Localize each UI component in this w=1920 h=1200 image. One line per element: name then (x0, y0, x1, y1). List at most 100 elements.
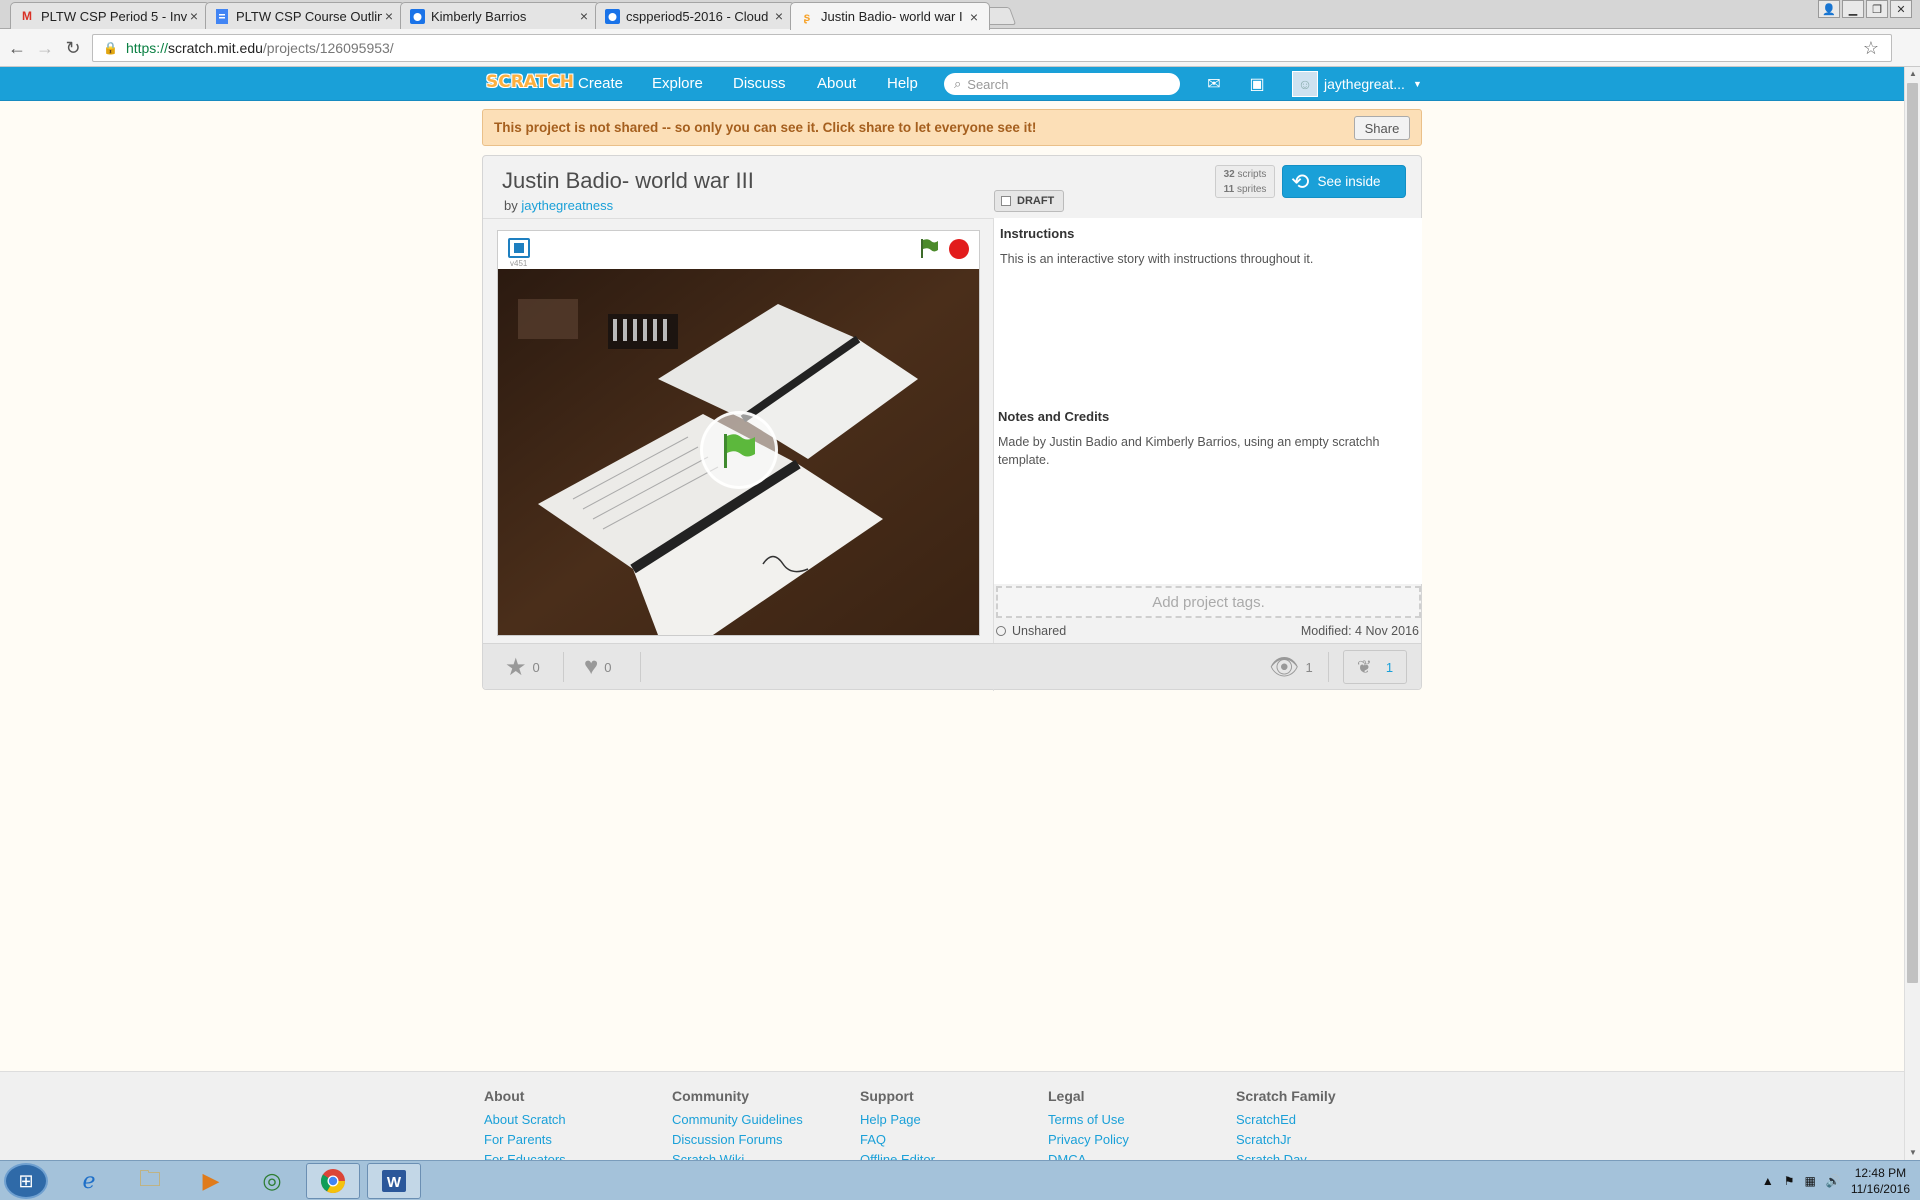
search-input[interactable]: ⌕ Search (944, 73, 1180, 95)
project-player: v451 (497, 230, 980, 636)
browser-tab-scratch[interactable]: ʂ Justin Badio- world war I × (790, 2, 990, 30)
love-button[interactable]: ♥ 0 (584, 644, 611, 690)
close-icon[interactable]: × (577, 8, 591, 24)
browser-tab-strip: M PLTW CSP Period 5 - Inv × PLTW CSP Cou… (0, 0, 1920, 30)
reload-icon[interactable]: ↻ (62, 37, 84, 59)
by-prefix: by (504, 198, 518, 213)
word-icon[interactable]: W (367, 1163, 421, 1199)
close-window-icon[interactable]: ✕ (1890, 0, 1912, 18)
favorite-button[interactable]: ★ 0 (505, 644, 540, 690)
star-icon: ★ (505, 653, 527, 681)
restore-icon[interactable]: ❐ (1866, 0, 1888, 18)
project-card: Justin Badio- world war III by jaythegre… (482, 155, 1422, 691)
page-scrollbar[interactable]: ▲ ▼ (1904, 67, 1920, 1160)
footer-link[interactable]: About Scratch (484, 1110, 566, 1130)
draft-checkbox[interactable] (1001, 196, 1011, 206)
instructions-panel[interactable]: Instructions This is an interactive stor… (994, 218, 1422, 401)
stats-separator (640, 652, 641, 682)
footer-link[interactable]: For Parents (484, 1130, 566, 1150)
close-icon[interactable]: × (187, 8, 201, 24)
project-status: Unshared Modified: 4 Nov 2016 (996, 622, 1419, 640)
file-explorer-icon[interactable]: 🗀 (123, 1163, 177, 1199)
tab-title: Kimberly Barrios (431, 8, 527, 24)
user-menu[interactable]: ☺ jaythegreat... ▼ (1292, 70, 1422, 98)
footer-heading: Community (672, 1088, 749, 1104)
messages-icon[interactable]: ✉ (1203, 74, 1225, 94)
back-arrow-icon[interactable]: ← (6, 37, 28, 59)
close-icon[interactable]: × (772, 8, 786, 24)
see-inside-button[interactable]: ⟲ See inside (1282, 165, 1406, 198)
nav-explore[interactable]: Explore (652, 67, 703, 101)
network-icon[interactable]: ▦ (1805, 1174, 1816, 1188)
svg-text:W: W (387, 1174, 402, 1191)
share-status-text: Unshared (1012, 624, 1067, 638)
address-bar[interactable]: 🔒 https://scratch.mit.edu/projects/12609… (92, 34, 1892, 62)
footer-link[interactable]: For Educators (484, 1150, 566, 1160)
browser-tab-cloud[interactable]: cspperiod5-2016 - Cloud × (595, 2, 795, 29)
site-footer: About About Scratch For Parents For Educ… (0, 1071, 1904, 1160)
footer-heading: Support (860, 1088, 914, 1104)
scratch-logo[interactable]: SCRATCH (482, 72, 578, 96)
user-profile-icon[interactable]: 👤 (1818, 0, 1840, 18)
nav-about[interactable]: About (817, 67, 856, 101)
window-controls: 👤 ▁ ❐ ✕ (1818, 0, 1912, 18)
project-title[interactable]: Justin Badio- world war III (502, 168, 754, 194)
action-center-flag-icon[interactable]: ⚑ (1784, 1174, 1795, 1188)
player-controls: v451 (498, 231, 979, 268)
my-stuff-icon[interactable]: ▣ (1246, 74, 1268, 94)
close-icon[interactable]: × (967, 9, 981, 25)
footer-link[interactable]: Privacy Policy (1048, 1130, 1129, 1150)
footer-link[interactable]: DMCA (1048, 1150, 1129, 1160)
add-tags-input[interactable]: Add project tags. (996, 586, 1421, 618)
footer-link[interactable]: ScratchEd (1236, 1110, 1336, 1130)
footer-link[interactable]: Scratch Wiki (672, 1150, 803, 1160)
minimize-icon[interactable]: ▁ (1842, 0, 1864, 18)
footer-col-legal: Legal Terms of Use Privacy Policy DMCA (1048, 1088, 1129, 1160)
sync-app-icon[interactable]: ◎ (245, 1163, 299, 1199)
footer-link[interactable]: Offline Editor (860, 1150, 935, 1160)
footer-col-about: About About Scratch For Parents For Educ… (484, 1088, 566, 1160)
footer-link[interactable]: Terms of Use (1048, 1110, 1129, 1130)
footer-link[interactable]: FAQ (860, 1130, 935, 1150)
cloud-icon (409, 8, 425, 24)
footer-link[interactable]: Scratch Day (1236, 1150, 1336, 1160)
volume-icon[interactable]: 🔊 (1826, 1174, 1841, 1188)
start-button[interactable]: ⊞ (4, 1163, 48, 1199)
scripts-count: 32 (1223, 169, 1235, 180)
internet-explorer-icon[interactable]: ℯ (62, 1163, 116, 1199)
nav-discuss[interactable]: Discuss (733, 67, 786, 101)
remix-tree-icon: ❦ (1356, 656, 1372, 677)
remix-arrows-icon: ⟲ (1291, 168, 1310, 194)
clock[interactable]: 12:48 PM 11/16/2016 (1851, 1165, 1910, 1197)
nav-create[interactable]: Create (578, 67, 623, 101)
footer-link[interactable]: Community Guidelines (672, 1110, 803, 1130)
browser-tab-docs[interactable]: PLTW CSP Course Outlin × (205, 2, 405, 29)
scroll-down-icon[interactable]: ▼ (1905, 1146, 1920, 1160)
tray-expand-icon[interactable]: ▲ (1762, 1174, 1774, 1188)
scroll-up-icon[interactable]: ▲ (1905, 67, 1920, 81)
footer-link[interactable]: ScratchJr (1236, 1130, 1336, 1150)
draft-label: DRAFT (1017, 195, 1055, 207)
project-stage[interactable] (498, 269, 979, 635)
footer-link[interactable]: Discussion Forums (672, 1130, 803, 1150)
chrome-icon[interactable] (306, 1163, 360, 1199)
forward-arrow-icon[interactable]: → (34, 37, 56, 59)
bookmark-star-icon[interactable]: ☆ (1863, 38, 1879, 59)
notes-panel[interactable]: Notes and Credits Made by Justin Badio a… (994, 401, 1422, 584)
share-button[interactable]: Share (1354, 116, 1410, 140)
footer-link[interactable]: Help Page (860, 1110, 935, 1130)
browser-tab-kimberly[interactable]: Kimberly Barrios × (400, 2, 600, 29)
draft-toggle[interactable]: DRAFT (994, 190, 1064, 212)
close-icon[interactable]: × (382, 8, 396, 24)
footer-heading: Legal (1048, 1088, 1085, 1104)
fullscreen-icon[interactable] (508, 238, 530, 258)
nav-help[interactable]: Help (887, 67, 918, 101)
stop-icon[interactable] (949, 239, 969, 259)
remix-tree-button[interactable]: ❦ 1 (1343, 650, 1407, 684)
play-button[interactable] (700, 411, 778, 489)
media-player-icon[interactable]: ▶ (184, 1163, 238, 1199)
green-flag-icon[interactable] (918, 237, 940, 259)
browser-tab-gmail[interactable]: M PLTW CSP Period 5 - Inv × (10, 2, 210, 29)
author-link[interactable]: jaythegreatness (521, 198, 613, 213)
scrollbar-thumb[interactable] (1907, 83, 1918, 983)
